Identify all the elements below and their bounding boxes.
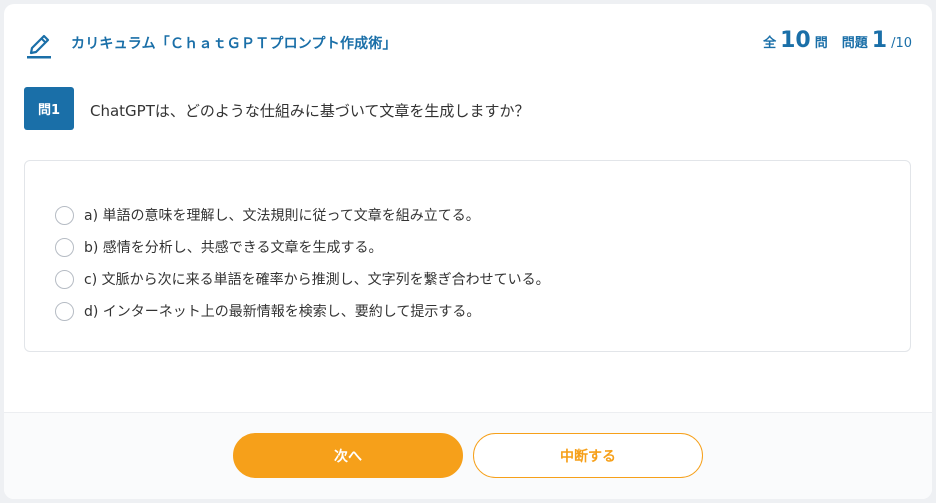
quiz-footer: 次へ 中断する bbox=[4, 413, 932, 499]
suspend-button[interactable]: 中断する bbox=[473, 433, 703, 478]
quiz-card: カリキュラム「ＣｈａｔＧＰＴプロンプト作成術」 全 10 問 問題 1 /10 … bbox=[4, 4, 932, 499]
option-label: d) インターネット上の最新情報を検索し、要約して提示する。 bbox=[84, 304, 481, 320]
total-prefix: 全 bbox=[763, 36, 777, 51]
question-badge: 問1 bbox=[24, 87, 74, 130]
next-button[interactable]: 次へ bbox=[233, 433, 463, 478]
radio-button[interactable] bbox=[55, 301, 74, 321]
radio-button[interactable] bbox=[55, 205, 74, 225]
option-label: c) 文脈から次に来る単語を確率から推測し、文字列を繋ぎ合わせている。 bbox=[84, 272, 550, 288]
option-d[interactable]: d) インターネット上の最新情報を検索し、要約して提示する。 bbox=[55, 299, 480, 323]
current-suffix: /10 bbox=[891, 36, 912, 51]
radio-button[interactable] bbox=[55, 237, 74, 257]
option-a[interactable]: a) 単語の意味を理解し、文法規則に従って文章を組み立てる。 bbox=[55, 203, 480, 227]
option-c[interactable]: c) 文脈から次に来る単語を確率から推測し、文字列を繋ぎ合わせている。 bbox=[55, 267, 550, 291]
radio-button[interactable] bbox=[55, 269, 74, 289]
question-text: ChatGPTは、どのような仕組みに基づいて文章を生成しますか？ bbox=[90, 102, 530, 120]
total-suffix: 問 bbox=[814, 36, 828, 51]
curriculum-title: カリキュラム「ＣｈａｔＧＰＴプロンプト作成術」 bbox=[71, 36, 397, 52]
option-label: b) 感情を分析し、共感できる文章を生成する。 bbox=[84, 240, 383, 256]
current-prefix: 問題 bbox=[841, 36, 868, 51]
option-label: a) 単語の意味を理解し、文法規則に従って文章を組み立てる。 bbox=[84, 208, 480, 224]
current-number: 1 bbox=[871, 28, 888, 53]
question-counter: 全 10 問 問題 1 /10 bbox=[763, 28, 912, 53]
answer-options: a) 単語の意味を理解し、文法規則に従って文章を組み立てる。 b) 感情を分析し… bbox=[24, 160, 911, 352]
pencil-icon bbox=[27, 34, 51, 59]
option-b[interactable]: b) 感情を分析し、共感できる文章を生成する。 bbox=[55, 235, 383, 259]
quiz-header: カリキュラム「ＣｈａｔＧＰＴプロンプト作成術」 全 10 問 問題 1 /10 bbox=[4, 4, 932, 84]
total-count: 10 bbox=[780, 28, 811, 53]
